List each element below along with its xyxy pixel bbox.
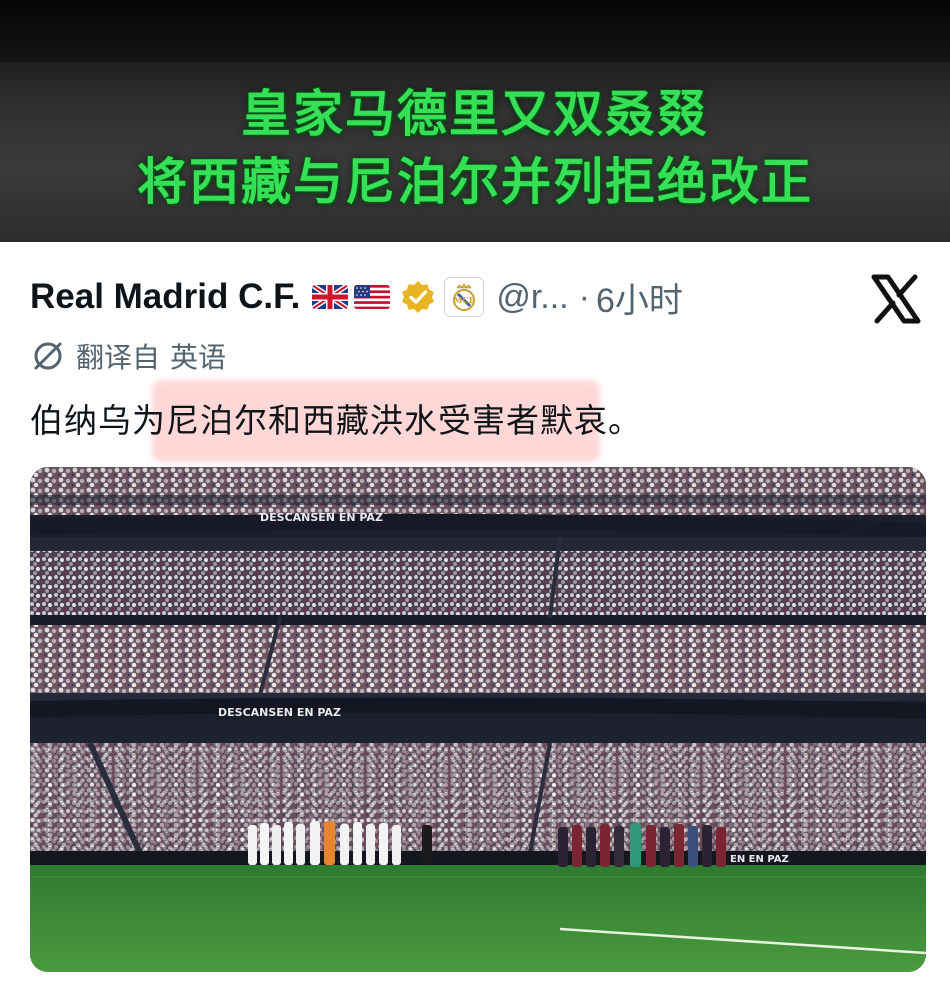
stadium-illustration: DESCANSEN EN PAZ DESCANSEN EN PAZ EN EN … xyxy=(30,467,926,972)
ribbon-text-top: DESCANSEN EN PAZ xyxy=(260,511,383,524)
author-name[interactable]: Real Madrid C.F. xyxy=(30,277,300,317)
post-header: Real Madrid C.F. MCF @r... · 6小时 xyxy=(30,272,683,322)
translate-icon xyxy=(30,338,66,374)
real-madrid-crest-icon: MCF xyxy=(444,277,485,317)
ribbon-text-mid: DESCANSEN EN PAZ xyxy=(218,706,341,719)
banner-shade xyxy=(0,0,950,62)
headline-line-1: 皇家马德里又双叒叕 xyxy=(241,85,709,143)
headline-line-2: 将西藏与尼泊尔并列拒绝改正 xyxy=(137,153,813,211)
ribbon-text-pitch: EN EN PAZ xyxy=(730,854,789,865)
uk-flag-icon xyxy=(312,285,349,309)
handle[interactable]: @r... xyxy=(496,278,568,317)
translation-note[interactable]: 翻译自 英语 xyxy=(30,336,226,376)
post-time[interactable]: 6小时 xyxy=(596,273,683,322)
headline-banner: 皇家马德里又双叒叕 将西藏与尼泊尔并列拒绝改正 xyxy=(0,0,950,242)
svg-text:MCF: MCF xyxy=(454,295,475,305)
us-flag-icon xyxy=(354,285,391,309)
verified-badge-icon xyxy=(400,279,436,315)
tweet-text: 伯纳乌为尼泊尔和西藏洪水受害者默哀。 xyxy=(30,401,642,440)
translated-language: 英语 xyxy=(170,341,227,374)
translated-label: 翻译自 xyxy=(76,341,161,374)
meta-separator: · xyxy=(578,277,590,316)
stadium-photo[interactable]: DESCANSEN EN PAZ DESCANSEN EN PAZ EN EN … xyxy=(30,467,926,972)
x-logo-icon xyxy=(870,274,922,324)
